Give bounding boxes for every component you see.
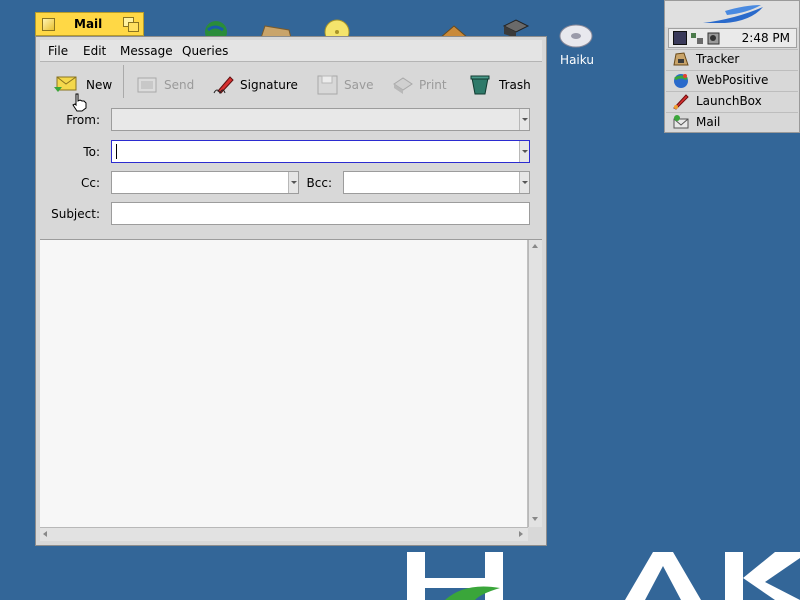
- deskbar-item-mail[interactable]: Mail: [666, 112, 798, 132]
- zoom-button[interactable]: [123, 17, 139, 32]
- deskbar-menu-button[interactable]: [665, 1, 799, 27]
- haiku-watermark: [405, 548, 800, 600]
- bcc-field[interactable]: [347, 173, 514, 192]
- workspaces-icon[interactable]: [673, 31, 687, 45]
- cc-label: Cc:: [80, 176, 100, 190]
- subject-label: Subject:: [51, 207, 100, 221]
- menu-bar: File Edit Message Queries: [40, 40, 542, 62]
- from-menu[interactable]: [111, 108, 530, 131]
- deskbar-item-label: WebPositive: [696, 73, 769, 87]
- deskbar-item-tracker[interactable]: Tracker: [666, 49, 798, 69]
- scroll-right-arrow-icon[interactable]: [519, 531, 523, 537]
- trash-icon: [468, 73, 492, 95]
- menu-queries[interactable]: Queries: [182, 44, 228, 58]
- subject-field-container[interactable]: [111, 202, 530, 225]
- vertical-scrollbar[interactable]: [528, 240, 542, 527]
- to-label: To:: [83, 145, 100, 159]
- new-label: New: [86, 78, 113, 92]
- print-button[interactable]: Print: [391, 69, 451, 97]
- save-button[interactable]: Save: [316, 69, 376, 97]
- to-dropdown-arrow-icon[interactable]: [519, 141, 529, 162]
- bcc-field-container[interactable]: [343, 171, 530, 194]
- hand-cursor-icon: [71, 92, 89, 112]
- globe-desktop-icon[interactable]: [203, 18, 229, 43]
- from-dropdown-arrow-icon[interactable]: [519, 109, 529, 130]
- print-label: Print: [419, 78, 447, 92]
- horizontal-scrollbar[interactable]: [40, 527, 528, 541]
- mail-compose-window: File Edit Message Queries New Send Signa…: [35, 36, 547, 546]
- to-field-container[interactable]: [111, 140, 530, 163]
- menu-message[interactable]: Message: [120, 44, 173, 58]
- menu-file[interactable]: File: [48, 44, 68, 58]
- scroll-down-arrow-icon[interactable]: [532, 517, 538, 521]
- bcc-label: Bcc:: [306, 176, 332, 190]
- window-title: Mail: [74, 17, 103, 31]
- deskbar-item-label: Tracker: [696, 52, 740, 66]
- deskbar-item-label: Mail: [696, 115, 721, 129]
- send-label: Send: [164, 78, 195, 92]
- print-icon: [391, 73, 415, 95]
- haiku-leaf-icon: [703, 5, 763, 23]
- signature-button[interactable]: Signature: [212, 69, 302, 97]
- menu-edit[interactable]: Edit: [83, 44, 106, 58]
- from-label: From:: [66, 113, 100, 127]
- network-icon[interactable]: [690, 32, 704, 45]
- cc-field-container[interactable]: [111, 171, 299, 194]
- signature-label: Signature: [240, 78, 298, 92]
- bulb-desktop-icon[interactable]: [323, 18, 351, 45]
- system-tray: 2:48 PM: [668, 28, 797, 48]
- send-button[interactable]: Send: [136, 69, 196, 97]
- haiku-disk-label[interactable]: Haiku: [547, 53, 607, 67]
- clock[interactable]: 2:48 PM: [742, 31, 790, 45]
- bcc-dropdown-arrow-icon[interactable]: [519, 172, 529, 193]
- save-icon: [316, 73, 340, 95]
- mail-icon: [672, 114, 690, 131]
- window-tab[interactable]: Mail: [35, 12, 144, 36]
- volume-icon[interactable]: [707, 32, 721, 45]
- send-icon: [136, 73, 160, 95]
- trash-button[interactable]: Trash: [468, 69, 532, 97]
- toolbar-separator: [123, 65, 124, 98]
- scroll-up-arrow-icon[interactable]: [532, 244, 538, 248]
- launchbox-icon: [672, 93, 690, 110]
- printer-desktop-icon[interactable]: [500, 18, 530, 38]
- toolbar: New Send Signature Save Print Trash: [40, 63, 542, 112]
- deskbar-item-launchbox[interactable]: LaunchBox: [666, 91, 798, 111]
- from-field[interactable]: [115, 110, 514, 129]
- scroll-left-arrow-icon[interactable]: [43, 531, 47, 537]
- cc-field[interactable]: [115, 173, 283, 192]
- deskbar: 2:48 PM Tracker WebPositive LaunchBox Ma…: [664, 0, 800, 133]
- close-button[interactable]: [42, 18, 55, 31]
- subject-field[interactable]: [115, 204, 526, 223]
- deskbar-item-webpositive[interactable]: WebPositive: [666, 70, 798, 90]
- save-label: Save: [344, 78, 374, 92]
- deskbar-item-label: LaunchBox: [696, 94, 762, 108]
- text-caret: [116, 144, 117, 159]
- webpositive-icon: [672, 72, 690, 89]
- to-field[interactable]: [115, 142, 514, 161]
- tracker-icon: [672, 51, 690, 68]
- message-body[interactable]: [40, 240, 528, 527]
- signature-icon: [212, 73, 236, 95]
- haiku-disk-icon[interactable]: [558, 23, 594, 49]
- trash-label: Trash: [499, 78, 531, 92]
